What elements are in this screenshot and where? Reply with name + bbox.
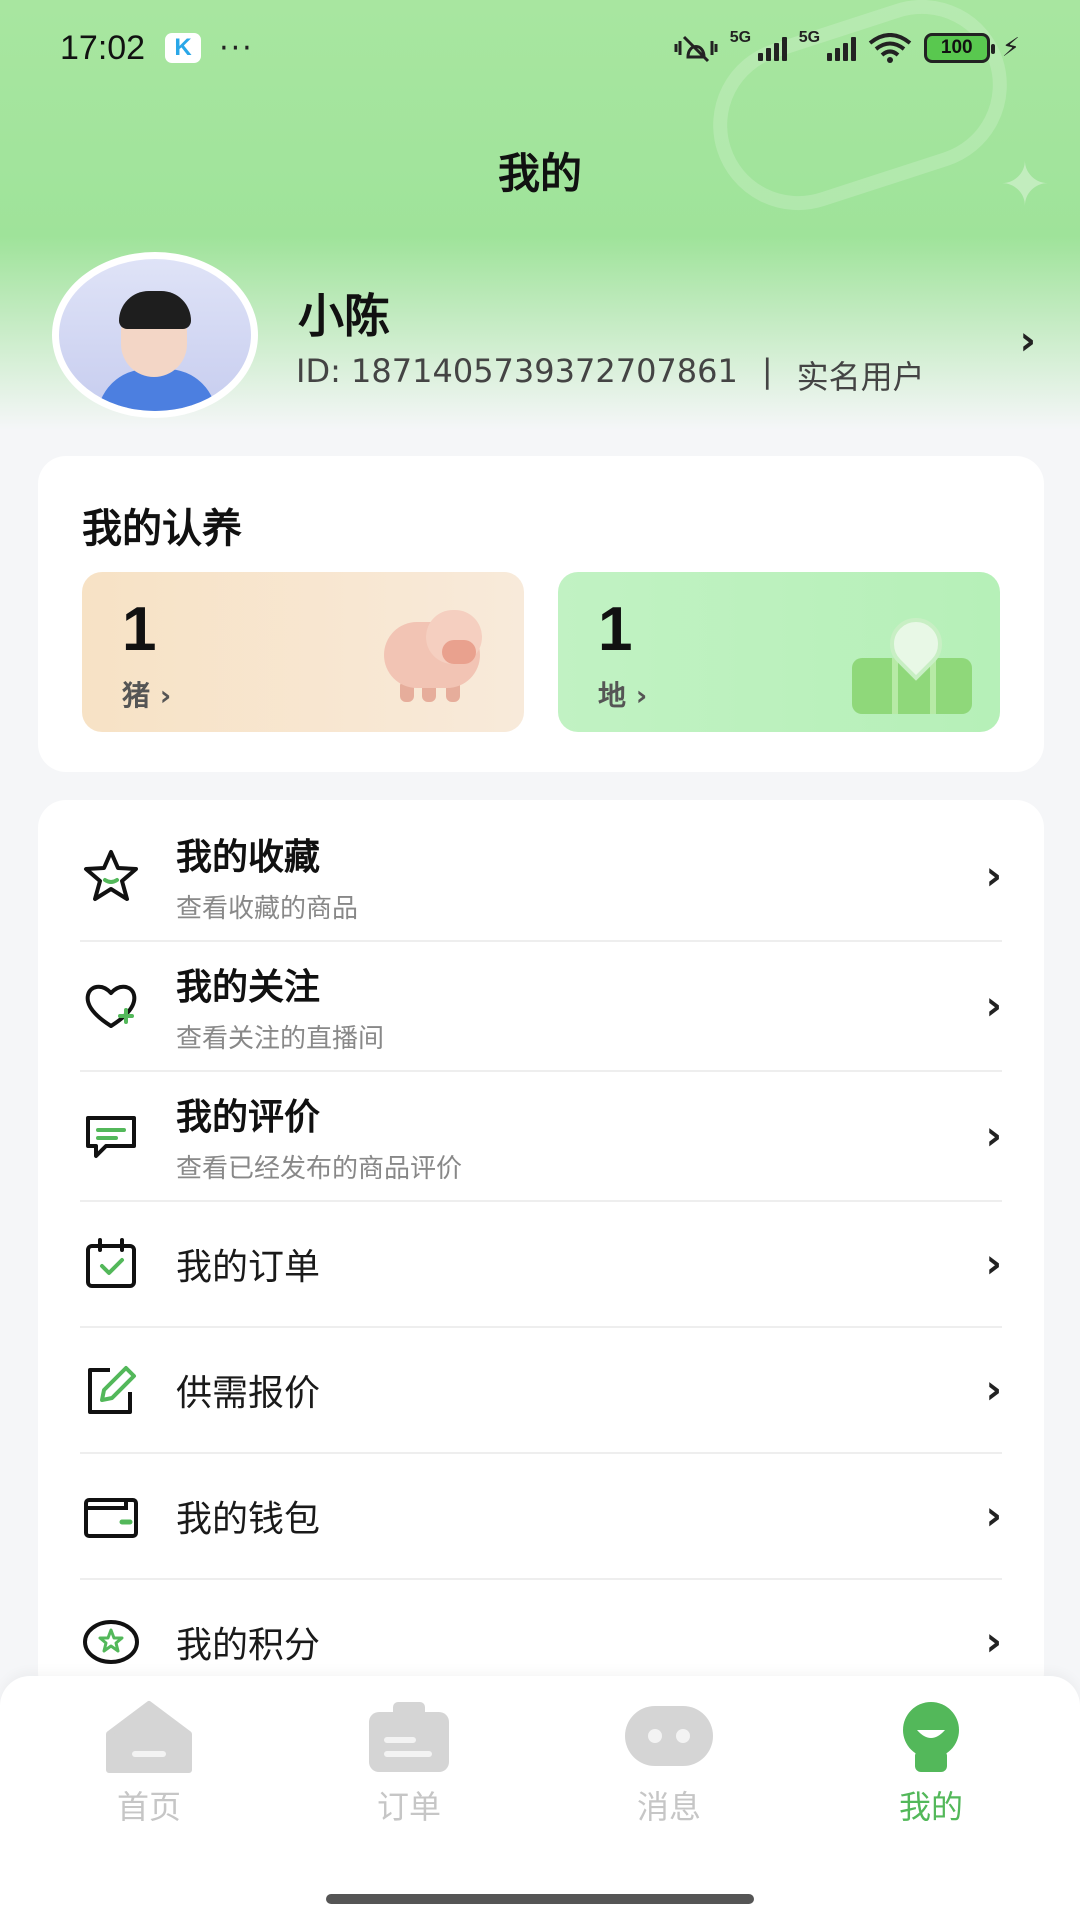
wifi-icon	[868, 33, 911, 63]
chevron-right-icon: ›	[985, 1367, 1002, 1413]
menu-item-favorites[interactable]: 我的收藏 查看收藏的商品 ›	[80, 812, 1002, 940]
charging-icon: ⚡	[1001, 33, 1020, 63]
tab-messages[interactable]: 消息	[594, 1700, 744, 1828]
menu-item-orders[interactable]: 我的订单 ›	[80, 1202, 1002, 1326]
tab-label: 消息	[636, 1788, 701, 1826]
signal-icon: 5G	[730, 29, 787, 61]
menu-item-following[interactable]: 我的关注 查看关注的直播间 ›	[80, 942, 1002, 1070]
mute-vibrate-icon	[674, 35, 718, 63]
order-icon	[369, 1702, 449, 1772]
status-bar: 17:02 K ··· 5G 5G 100 ⚡	[0, 0, 1080, 96]
map-pin-icon	[852, 607, 972, 716]
menu-subtitle: 查看已经发布的商品评价	[176, 1153, 463, 1184]
menu-card: 我的收藏 查看收藏的商品 › 我的关注 查看关注的直播间 › 我的评价 查看已经…	[38, 800, 1044, 1700]
home-indicator[interactable]	[326, 1894, 754, 1904]
adoption-title: 我的认养	[82, 506, 242, 552]
points-star-icon	[80, 1611, 142, 1673]
chevron-right-icon: ›	[985, 1113, 1002, 1159]
page-title: 我的	[497, 149, 582, 198]
app-notification-icon: K	[165, 33, 202, 63]
tab-orders[interactable]: 订单	[334, 1700, 484, 1828]
home-icon	[106, 1701, 192, 1773]
more-notifications-icon: ···	[219, 30, 254, 66]
adoption-card: 我的认养 1 猪 › 1 地 ›	[38, 456, 1044, 772]
status-icons: 5G 5G 100 ⚡	[674, 29, 1020, 63]
comment-icon	[80, 1105, 142, 1167]
chevron-right-icon: ›	[985, 853, 1002, 899]
chevron-right-icon: ›	[985, 983, 1002, 1029]
pig-count: 1	[122, 595, 157, 664]
menu-title: 供需报价	[176, 1373, 321, 1414]
adoption-pig-tile[interactable]: 1 猪 ›	[82, 572, 524, 732]
profile-chevron-right-icon[interactable]: ›	[1020, 318, 1036, 364]
verify-status: 实名用户	[796, 358, 925, 396]
tab-label: 我的	[898, 1788, 963, 1826]
tab-label: 订单	[376, 1788, 441, 1826]
calendar-check-icon	[80, 1233, 142, 1295]
menu-title: 我的关注	[176, 966, 321, 1008]
tab-label: 首页	[116, 1788, 181, 1826]
chevron-right-icon: ›	[985, 1619, 1002, 1665]
menu-item-reviews[interactable]: 我的评价 查看已经发布的商品评价 ›	[80, 1072, 1002, 1200]
land-label: 地 ›	[598, 679, 648, 712]
star-icon	[80, 845, 142, 907]
tab-home[interactable]: 首页	[74, 1700, 224, 1828]
land-count: 1	[598, 595, 633, 664]
wallet-icon	[80, 1485, 142, 1547]
user-meta: ID: 1871405739372707861 | 实名用户	[296, 352, 925, 398]
menu-item-quotes[interactable]: 供需报价 ›	[80, 1328, 1002, 1452]
status-time: 17:02	[60, 28, 146, 67]
adoption-land-tile[interactable]: 1 地 ›	[558, 572, 1000, 732]
signal-icon: 5G	[799, 29, 856, 61]
menu-title: 我的订单	[176, 1247, 321, 1288]
edit-icon	[80, 1359, 142, 1421]
user-name: 小陈	[298, 289, 390, 343]
menu-subtitle: 查看关注的直播间	[176, 1023, 385, 1054]
battery-icon: 100	[923, 33, 995, 63]
chevron-right-icon: ›	[985, 1493, 1002, 1539]
menu-title: 我的积分	[176, 1625, 321, 1666]
menu-title: 我的评价	[176, 1096, 321, 1138]
avatar[interactable]	[52, 252, 258, 418]
heart-icon	[80, 975, 142, 1037]
meta-separator: |	[761, 352, 773, 390]
pig-icon	[374, 600, 484, 702]
menu-item-wallet[interactable]: 我的钱包 ›	[80, 1454, 1002, 1578]
chevron-right-icon: ›	[985, 1241, 1002, 1287]
bottom-tab-bar: 首页 订单 消息 我的	[0, 1676, 1080, 1920]
pig-label: 猪 ›	[122, 679, 172, 712]
user-id: ID: 1871405739372707861	[296, 352, 738, 390]
menu-title: 我的收藏	[176, 836, 321, 878]
tab-profile[interactable]: 我的	[856, 1700, 1006, 1828]
menu-title: 我的钱包	[176, 1499, 321, 1540]
message-icon	[625, 1706, 713, 1766]
profile-icon	[903, 1702, 959, 1772]
menu-subtitle: 查看收藏的商品	[176, 893, 359, 924]
